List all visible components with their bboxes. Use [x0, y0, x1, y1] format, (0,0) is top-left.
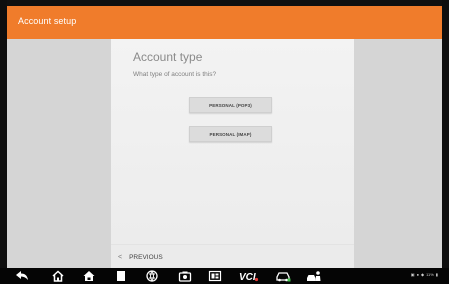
gallery-icon[interactable] [208, 270, 222, 282]
card-subtitle: What type of account is this? [133, 71, 217, 78]
previous-label: PREVIOUS [129, 253, 163, 261]
battery-percent: 11% [426, 272, 434, 277]
house-icon[interactable] [82, 270, 96, 282]
previous-button[interactable]: < PREVIOUS [118, 252, 163, 262]
footer: < PREVIOUS [111, 244, 354, 268]
home-icon[interactable] [51, 270, 65, 282]
status-tray: ▣ ● ◆ 11% ▮ [411, 272, 438, 277]
chevron-left-icon: < [118, 253, 123, 261]
vci-label: VCI [239, 272, 256, 282]
vci-icon[interactable]: VCI [239, 270, 259, 282]
car-person-icon[interactable] [306, 270, 322, 282]
bezel-left [0, 0, 7, 284]
wifi-icon: ◆ [421, 272, 425, 277]
personal-imap-button[interactable]: PERSONAL (IMAP) [189, 126, 272, 142]
app-bar: Account setup [7, 6, 442, 39]
browser-icon[interactable] [145, 270, 159, 282]
screen: Account setup Account type What type of … [0, 0, 449, 284]
navigation-bar: VCI ▣ ● ◆ 11% ▮ [0, 268, 449, 284]
card-title: Account type [133, 50, 203, 64]
notification-icon: ▣ [410, 272, 415, 277]
car-icon[interactable] [275, 270, 291, 282]
app-title: Account setup [18, 16, 77, 26]
account-type-card: Account type What type of account is thi… [111, 39, 354, 244]
camera-icon[interactable] [178, 270, 192, 282]
personal-pop3-button[interactable]: PERSONAL (POP3) [189, 97, 272, 113]
battery-icon: ▮ [435, 272, 438, 277]
location-icon: ● [416, 272, 419, 277]
recent-apps-icon[interactable] [114, 270, 128, 282]
bezel-right [442, 0, 449, 284]
back-icon[interactable] [15, 270, 29, 282]
